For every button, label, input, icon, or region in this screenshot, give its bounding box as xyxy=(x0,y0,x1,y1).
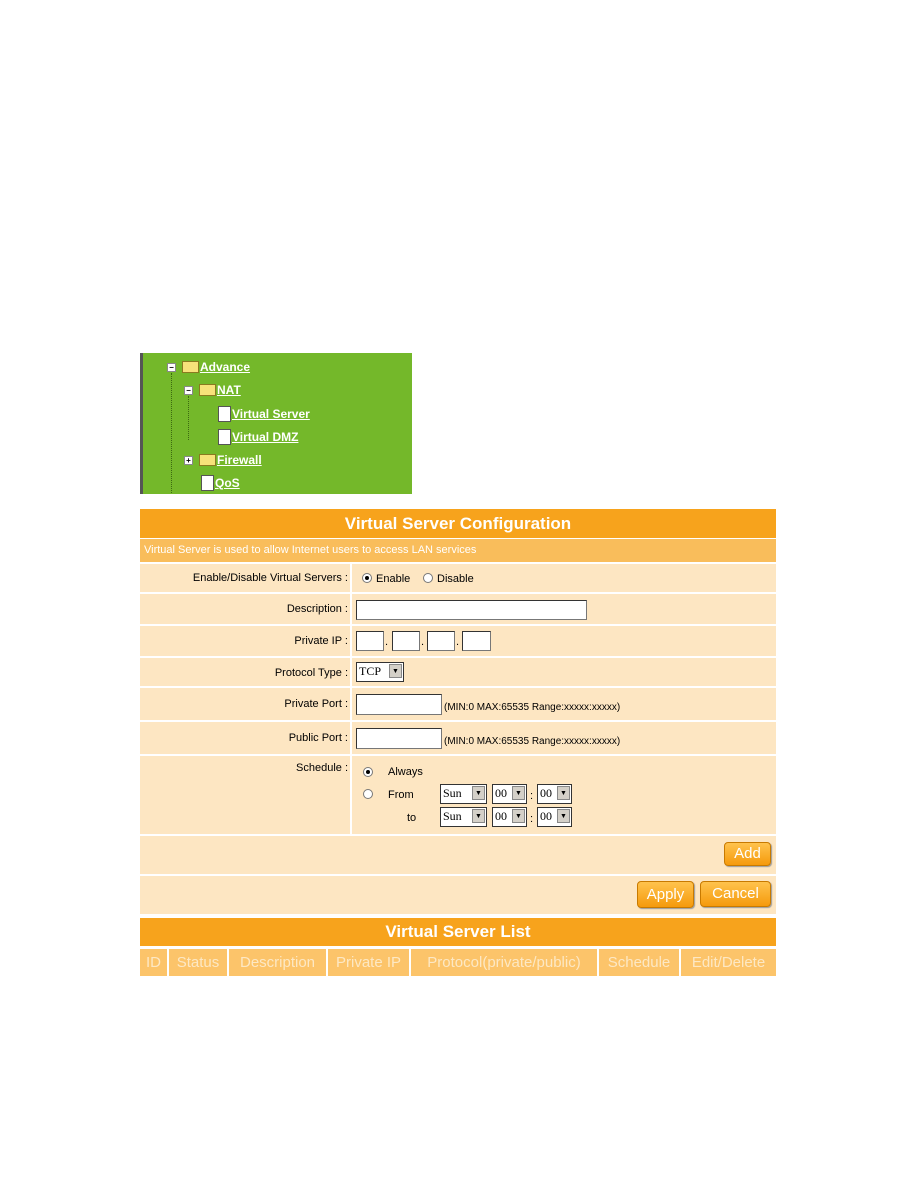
private-port-input[interactable] xyxy=(356,694,442,715)
protocol-value: TCP xyxy=(359,664,382,678)
virtual-dmz-link[interactable]: Virtual DMZ xyxy=(232,430,298,444)
dropdown-arrow-icon: ▼ xyxy=(512,786,525,800)
dropdown-arrow-icon: ▼ xyxy=(389,664,402,678)
ip-dot: . xyxy=(385,636,389,648)
tree-item-virtual-dmz[interactable]: Virtual DMZ xyxy=(218,429,298,445)
config-title: Virtual Server Configuration xyxy=(140,509,776,538)
private-port-row: Private Port : (MIN:0 MAX:65535 Range:xx… xyxy=(140,688,776,720)
schedule-row: Schedule : Always From to Sun ▼ 00 ▼ : 00 ▼… xyxy=(140,756,776,834)
apply-button[interactable]: Apply xyxy=(637,881,694,908)
folder-open-icon xyxy=(182,361,199,373)
document-icon xyxy=(218,429,231,445)
schedule-label: Schedule : xyxy=(296,762,348,774)
ip-octet-1[interactable] xyxy=(356,631,384,651)
ip-octet-4[interactable] xyxy=(462,631,491,651)
to-day-select[interactable]: Sun ▼ xyxy=(440,807,487,827)
column-status: Status xyxy=(169,949,227,976)
disable-option-label: Disable xyxy=(437,573,474,585)
add-button[interactable]: Add xyxy=(724,842,771,866)
list-title: Virtual Server List xyxy=(140,918,776,946)
protocol-row: Protocol Type : TCP ▼ xyxy=(140,658,776,686)
cancel-button[interactable]: Cancel xyxy=(700,881,771,907)
list-header-row: ID Status Description Private IP Protoco… xyxy=(140,949,776,976)
protocol-select[interactable]: TCP ▼ xyxy=(356,662,404,682)
private-port-hint: (MIN:0 MAX:65535 Range:xxxxx:xxxxx) xyxy=(444,702,621,713)
nat-link[interactable]: NAT xyxy=(217,383,241,397)
document-icon xyxy=(201,475,214,491)
from-day-select[interactable]: Sun ▼ xyxy=(440,784,487,804)
tree-item-qos[interactable]: QoS xyxy=(201,475,240,491)
to-label: to xyxy=(407,812,417,824)
from-label: From xyxy=(388,789,414,801)
tree-item-advance[interactable]: − Advance xyxy=(167,360,250,374)
dropdown-arrow-icon: ▼ xyxy=(557,786,570,800)
column-id: ID xyxy=(140,949,167,976)
enable-label: Enable/Disable Virtual Servers : xyxy=(192,572,348,584)
to-hour-value: 00 xyxy=(495,809,507,823)
qos-link[interactable]: QoS xyxy=(215,476,240,490)
from-hour-value: 00 xyxy=(495,786,507,800)
ip-dot: . xyxy=(421,636,425,648)
enable-option-label: Enable xyxy=(376,573,411,585)
tree-item-virtual-server[interactable]: Virtual Server xyxy=(218,406,310,422)
to-hour-select[interactable]: 00 ▼ xyxy=(492,807,527,827)
column-private-ip: Private IP xyxy=(328,949,409,976)
from-day-value: Sun xyxy=(443,786,462,800)
folder-open-icon xyxy=(199,384,216,396)
public-port-label: Public Port : xyxy=(288,732,348,744)
always-label: Always xyxy=(388,766,423,778)
from-radio[interactable] xyxy=(363,789,373,799)
document-icon xyxy=(218,406,231,422)
ip-octet-2[interactable] xyxy=(392,631,420,651)
dropdown-arrow-icon: ▼ xyxy=(472,809,485,823)
private-port-label: Private Port : xyxy=(284,698,348,710)
firewall-link[interactable]: Firewall xyxy=(217,453,262,467)
dropdown-arrow-icon: ▼ xyxy=(557,809,570,823)
private-ip-label: Private IP : xyxy=(294,635,348,647)
collapse-icon[interactable]: − xyxy=(167,362,176,372)
disable-radio[interactable] xyxy=(423,573,433,583)
public-port-row: Public Port : (MIN:0 MAX:65535 Range:xxx… xyxy=(140,722,776,754)
from-minute-value: 00 xyxy=(540,786,552,800)
colon: : xyxy=(530,790,534,802)
to-minute-value: 00 xyxy=(540,809,552,823)
description-row: Description : xyxy=(140,594,776,624)
apply-row: Apply Cancel xyxy=(140,876,776,914)
add-row: Add xyxy=(140,836,776,874)
column-protocol: Protocol(private/public) xyxy=(411,949,597,976)
config-subtitle: Virtual Server is used to allow Internet… xyxy=(140,539,776,562)
from-hour-select[interactable]: 00 ▼ xyxy=(492,784,527,804)
tree-item-nat[interactable]: − NAT xyxy=(184,383,241,397)
public-port-hint: (MIN:0 MAX:65535 Range:xxxxx:xxxxx) xyxy=(444,736,621,747)
description-input[interactable] xyxy=(356,600,587,620)
folder-icon xyxy=(199,454,216,466)
ip-octet-3[interactable] xyxy=(427,631,455,651)
column-description: Description xyxy=(229,949,326,976)
column-edit-delete: Edit/Delete xyxy=(681,949,776,976)
ip-dot: . xyxy=(456,636,460,648)
tree-item-firewall[interactable]: + Firewall xyxy=(184,453,262,467)
protocol-label: Protocol Type : xyxy=(274,667,348,679)
virtual-server-link[interactable]: Virtual Server xyxy=(232,407,310,421)
dropdown-arrow-icon: ▼ xyxy=(512,809,525,823)
description-label: Description : xyxy=(286,603,348,615)
dropdown-arrow-icon: ▼ xyxy=(472,786,485,800)
public-port-input[interactable] xyxy=(356,728,442,749)
always-radio[interactable] xyxy=(363,767,373,777)
from-minute-select[interactable]: 00 ▼ xyxy=(537,784,572,804)
advance-link[interactable]: Advance xyxy=(200,360,250,374)
private-ip-row: Private IP : . . . xyxy=(140,626,776,656)
to-minute-select[interactable]: 00 ▼ xyxy=(537,807,572,827)
enable-row: Enable/Disable Virtual Servers : Enable … xyxy=(140,564,776,592)
enable-radio[interactable] xyxy=(362,573,372,583)
colon: : xyxy=(530,813,534,825)
navigation-tree: − Advance − NAT Virtual Server Virtual DMZ… xyxy=(140,353,412,494)
collapse-icon[interactable]: − xyxy=(184,385,193,395)
expand-icon[interactable]: + xyxy=(184,455,193,465)
column-schedule: Schedule xyxy=(599,949,679,976)
to-day-value: Sun xyxy=(443,809,462,823)
